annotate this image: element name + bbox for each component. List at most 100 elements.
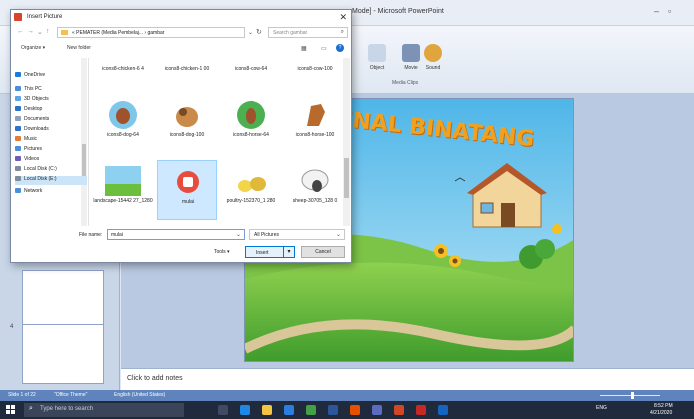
file-item[interactable]: icons8-chicken-6 4 [93, 60, 153, 80]
app-icon[interactable] [350, 405, 360, 415]
chevron-down-icon[interactable]: ⌄ [336, 231, 341, 238]
file-item[interactable]: icons8-cow-64 [221, 60, 281, 80]
slide-thumbnail[interactable] [22, 324, 104, 384]
close-icon[interactable]: ✕ [339, 12, 347, 23]
folder-icon [61, 30, 68, 35]
insert-dropdown-icon[interactable]: ▾ [283, 247, 294, 257]
search-icon: ⌕ [29, 405, 33, 412]
nav-item-label: Local Disk (C:) [24, 166, 57, 172]
nav-item[interactable]: 3D Objects [15, 96, 87, 105]
file-list-scrollbar-thumb[interactable] [344, 158, 349, 198]
start-button[interactable] [6, 405, 16, 415]
nav-item-label: OneDrive [24, 72, 46, 78]
notes-pane[interactable]: Click to add notes [121, 368, 694, 390]
file-item[interactable]: icons8-cow-100 [285, 60, 345, 80]
new-folder-button[interactable]: New folder [67, 45, 91, 51]
zoom-slider[interactable] [600, 392, 660, 399]
edge-icon[interactable] [240, 405, 250, 415]
file-list: icons8-chicken-6 4 icons8-chicken-1 00 ico… [91, 58, 351, 226]
file-name: landscape-15442 27_1280 [93, 198, 153, 204]
insert-picture-dialog: Insert Picture ✕ ← → ⌄ ↑ « PEMATER (Medi… [10, 9, 352, 263]
task-view-icon[interactable] [218, 405, 228, 415]
nav-item[interactable]: OneDrive [15, 72, 87, 81]
nav-item-icon [15, 166, 21, 171]
file-item[interactable]: icons8-chicken-1 00 [157, 60, 217, 80]
ribbon-movie-button[interactable]: Movie [400, 44, 422, 71]
sheep-thumb [297, 166, 333, 196]
horse-100-thumb [297, 100, 333, 130]
preview-pane-icon[interactable]: ▭ [321, 45, 327, 52]
word-icon[interactable] [328, 405, 338, 415]
maximize-icon[interactable]: ▫ [668, 6, 671, 16]
nav-item[interactable]: Network [15, 188, 87, 197]
taskbar-search[interactable]: ⌕ Type here to search [24, 403, 184, 417]
ribbon-object-button[interactable]: Object [366, 44, 388, 71]
organize-button[interactable]: Organize ▾ [21, 45, 45, 51]
app-icon[interactable] [372, 405, 382, 415]
powerpoint-icon[interactable] [394, 405, 404, 415]
store-icon[interactable] [284, 405, 294, 415]
up-arrow-icon[interactable]: ↑ [46, 28, 50, 35]
nav-item[interactable]: Pictures [15, 146, 87, 155]
nav-item[interactable]: Videos [15, 156, 87, 165]
file-item[interactable]: icons8-horse-100 [285, 94, 345, 154]
file-name-input[interactable]: mulai ⌄ [107, 229, 245, 240]
file-name: icons8-dog-64 [107, 132, 139, 138]
nav-item[interactable]: Music [15, 136, 87, 145]
refresh-icon[interactable]: ↻ [256, 28, 262, 36]
cancel-button[interactable]: Cancel [301, 246, 345, 258]
nav-item-icon [15, 72, 21, 77]
nav-item-label: This PC [24, 86, 42, 92]
file-explorer-icon[interactable] [262, 405, 272, 415]
file-item[interactable]: icons8-horse-64 [221, 94, 281, 154]
file-type-select[interactable]: All Pictures ⌄ [249, 229, 345, 240]
tools-button[interactable]: Tools ▾ [214, 249, 230, 255]
file-item[interactable]: icons8-dog-100 [157, 94, 217, 154]
chrome-icon[interactable] [306, 405, 316, 415]
taskbar-search-placeholder: Type here to search [40, 406, 94, 412]
nav-item[interactable]: Desktop [15, 106, 87, 115]
nav-item[interactable]: Downloads [15, 126, 87, 135]
search-input[interactable]: Search gambar ⌕ [268, 27, 348, 38]
zoom-slider-thumb[interactable] [631, 392, 635, 399]
file-item[interactable]: icons8-dog-64 [93, 94, 153, 154]
help-icon[interactable]: ? [336, 44, 344, 52]
search-icon: ⌕ [340, 29, 344, 35]
address-bar[interactable]: « PEMATER (Media Pembelaj... › gambar [57, 27, 245, 38]
slide-thumbnail[interactable] [22, 270, 104, 332]
chevron-down-icon[interactable]: ⌄ [236, 231, 241, 238]
sound-icon [424, 44, 442, 62]
file-list-scrollbar[interactable] [343, 58, 350, 226]
app-icon[interactable] [416, 405, 426, 415]
back-arrow-icon[interactable]: ← [17, 28, 24, 35]
file-item[interactable]: landscape-15442 27_1280 [93, 160, 153, 220]
minimize-icon[interactable]: – [654, 6, 659, 16]
view-options-icon[interactable]: ▦ [301, 45, 307, 52]
file-name: icons8-chicken-1 00 [164, 66, 210, 72]
navigation-pane: OneDrive This PC 3D Objects Desktop Document… [13, 58, 89, 226]
recent-dropdown-icon[interactable]: ⌄ [37, 28, 43, 36]
tray-language[interactable]: ENG [596, 405, 607, 411]
nav-item-label: Network [24, 188, 43, 194]
file-item[interactable]: sheep-30705_128 0 [285, 160, 345, 220]
file-item[interactable]: poultry-152370_1 280 [221, 160, 281, 220]
status-bar: Slide 1 of 22 "Office Theme" English (Un… [0, 390, 694, 401]
file-item[interactable]: mulai [157, 160, 217, 220]
nav-item[interactable]: Documents [15, 116, 87, 125]
file-name: icons8-chicken-6 4 [102, 66, 144, 72]
insert-button[interactable]: Insert ▾ [245, 246, 295, 258]
nav-item[interactable]: Local Disk (E:) [15, 176, 87, 185]
nav-item[interactable]: This PC [15, 86, 87, 95]
poultry-thumb [233, 166, 269, 196]
nav-item-label: Videos [24, 156, 40, 162]
app-icon[interactable] [438, 405, 448, 415]
ribbon-sound-button[interactable]: Sound [422, 44, 444, 71]
nav-item[interactable]: Local Disk (C:) [15, 166, 87, 175]
tray-time[interactable]: 8:52 PM [654, 403, 673, 409]
nav-item-icon [15, 126, 21, 131]
forward-arrow-icon[interactable]: → [27, 28, 34, 35]
tray-date[interactable]: 4/21/2020 [650, 410, 672, 416]
landscape-thumb [105, 166, 141, 196]
address-row: ← → ⌄ ↑ « PEMATER (Media Pembelaj... › g… [11, 26, 351, 40]
address-dropdown-icon[interactable]: ⌄ [248, 29, 253, 36]
